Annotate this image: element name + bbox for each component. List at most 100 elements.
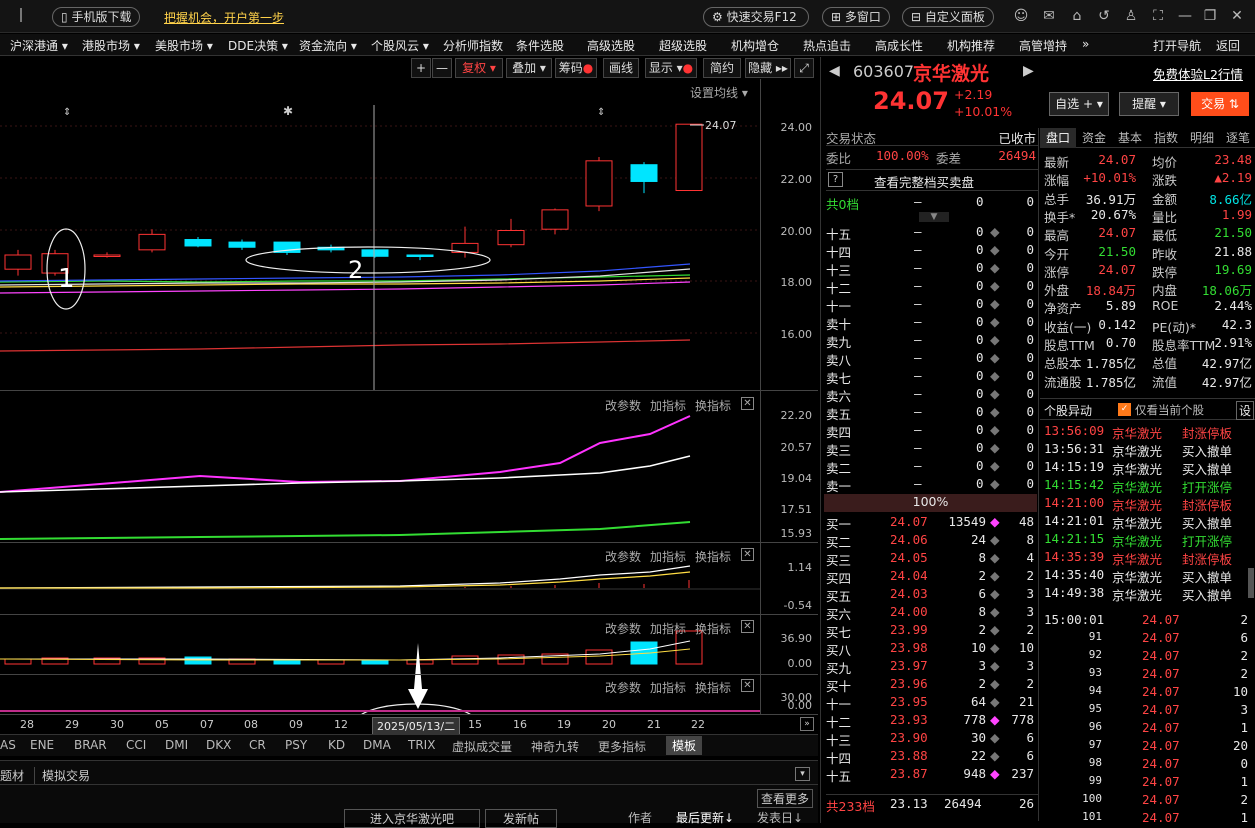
menu-condition-pick[interactable]: 条件选股 [516,37,564,54]
view-more-button[interactable]: 查看更多 [757,789,814,808]
tab-tick[interactable]: 逐笔 [1220,128,1255,148]
sell-row[interactable]: 卖五 — 0 ◆ 0 [826,404,1038,422]
tab-more-indicators[interactable]: 更多指标 [598,738,646,755]
shirt-icon[interactable]: ♙ [1123,8,1139,24]
event-row[interactable]: 14:35:39 京华激光 封涨停板 [1044,549,1248,567]
edit-params-link[interactable]: 改参数 [605,548,641,565]
menu-high-growth[interactable]: 高成长性 [875,37,923,54]
hide-panel-button[interactable]: 隐藏 ▸▸ [745,58,791,78]
sell-row[interactable]: 卖三 — 0 ◆ 0 [826,440,1038,458]
sell-row[interactable]: 十三 — 0 ◆ 0 [826,260,1038,278]
event-marker[interactable]: ⇕ [63,107,71,118]
event-row[interactable]: 13:56:31 京华激光 买入撤单 [1044,441,1248,459]
sell-row[interactable]: 卖九 — 0 ◆ 0 [826,332,1038,350]
enter-forum-button[interactable]: 进入京华激光吧 [344,809,480,828]
buy-row[interactable]: 买十 23.96 2 ◆ 2 [826,676,1038,694]
tab-ene[interactable]: ENE [30,738,54,752]
scrollbar[interactable] [1248,568,1254,598]
sell-row[interactable]: 卖十 — 0 ◆ 0 [826,314,1038,332]
draw-line-button[interactable]: 画线 [603,58,639,78]
tab-brar[interactable]: BRAR [74,738,107,752]
alert-button[interactable]: 提醒 ▾ [1119,92,1179,116]
menu-more[interactable]: » [1082,37,1089,51]
edit-params-link[interactable]: 改参数 [605,679,641,696]
minimize-icon[interactable]: — [1177,8,1193,24]
sell-row[interactable]: 卖八 — 0 ◆ 0 [826,350,1038,368]
add-indicator-link[interactable]: 加指标 [650,620,686,637]
tab-fund[interactable]: 资金 [1076,128,1112,148]
add-indicator-link[interactable]: 加指标 [650,548,686,565]
menu-us-market[interactable]: 美股市场 ▾ [155,37,213,54]
edit-params-link[interactable]: 改参数 [605,620,641,637]
tab-detail[interactable]: 明细 [1184,128,1220,148]
simple-mode-button[interactable]: 简约 [703,58,741,78]
overlay-button[interactable]: 叠加 ▾ [506,58,552,78]
expand-icon[interactable]: ⤢ [794,58,814,78]
tab-cr[interactable]: CR [249,738,266,752]
tab-dmi[interactable]: DMI [165,738,188,752]
display-button[interactable]: 显示 ▾● [645,58,697,78]
buy-row[interactable]: 买六 24.00 8 ◆ 3 [826,604,1038,622]
buy-row[interactable]: 买二 24.06 24 ◆ 8 [826,532,1038,550]
change-indicator-link[interactable]: 换指标 [695,397,731,414]
help-icon[interactable]: ? [828,172,843,187]
tab-trix[interactable]: TRIX [408,738,435,752]
collapse-chevron-icon[interactable]: ▼ [919,212,949,222]
tab-index[interactable]: 指数 [1148,128,1184,148]
custom-panel-button[interactable]: ⊟ 自定义面板 [902,7,994,27]
menu-analyst-index[interactable]: 分析师指数 [443,37,503,54]
checkbox-checked-icon[interactable]: ✓ [1118,403,1131,416]
event-row[interactable]: 14:21:15 京华激光 打开涨停 [1044,531,1248,549]
sell-row[interactable]: 卖一 — 0 ◆ 0 [826,476,1038,494]
multi-window-button[interactable]: ⊞ 多窗口 [822,7,890,27]
adjust-price-button[interactable]: 复权 ▾ [455,58,503,78]
menu-fund-flow[interactable]: 资金流向 ▾ [299,37,357,54]
buy-row[interactable]: 十三 23.90 30 ◆ 6 [826,730,1038,748]
sell-row[interactable]: 十四 — 0 ◆ 0 [826,242,1038,260]
menu-advanced-pick[interactable]: 高级选股 [587,37,635,54]
menu-hk-connect[interactable]: 沪深港通 ▾ [10,37,68,54]
tab-topic[interactable]: 题材 [0,767,36,784]
sell-row[interactable]: 十五 — 0 ◆ 0 [826,224,1038,242]
menu-hot-topics[interactable]: 热点追击 [803,37,851,54]
menu-stock-news[interactable]: 个股风云 ▾ [371,37,429,54]
prev-stock-icon[interactable]: ◀ [829,63,840,79]
buy-row[interactable]: 十二 23.93 778 ◆ 778 [826,712,1038,730]
sell-row[interactable]: 卖四 — 0 ◆ 0 [826,422,1038,440]
event-row[interactable]: 14:49:38 京华激光 买入撤单 [1044,585,1248,603]
settings-button[interactable]: 设 [1236,401,1255,420]
close-icon[interactable]: ✕ [741,548,754,561]
close-icon[interactable]: ✕ [741,620,754,633]
sell-row[interactable]: 卖七 — 0 ◆ 0 [826,368,1038,386]
event-row[interactable]: 14:15:42 京华激光 打开涨停 [1044,477,1248,495]
tab-magic-nine[interactable]: 神奇九转 [531,738,579,755]
menu-open-nav[interactable]: 打开导航 [1153,37,1201,54]
zoom-in-button[interactable]: + [411,58,431,78]
trade-button[interactable]: 交易 ⇅ [1191,92,1249,116]
change-indicator-link[interactable]: 换指标 [695,679,731,696]
tab-template[interactable]: 模板 [666,736,703,755]
buy-row[interactable]: 十五 23.87 948 ◆ 237 [826,766,1038,784]
l2-trial-link[interactable]: 免费体验L2行情 [1153,64,1243,83]
event-row[interactable]: 14:15:19 京华激光 买入撤单 [1044,459,1248,477]
tab-virtual-volume[interactable]: 虚拟成交量 [452,738,512,755]
menu-inst-increase[interactable]: 机构增仓 [731,37,779,54]
quick-trade-button[interactable]: ⚙ 快速交易F12 [703,7,809,27]
sell-row[interactable]: 十一 — 0 ◆ 0 [826,296,1038,314]
add-indicator-link[interactable]: 加指标 [650,679,686,696]
menu-dde[interactable]: DDE决策 ▾ [228,37,288,54]
chips-button[interactable]: 筹码● [555,58,597,78]
sell-row[interactable]: 卖六 — 0 ◆ 0 [826,386,1038,404]
event-marker[interactable]: ✱ [283,104,293,118]
tab-simulated-trade[interactable]: 模拟交易 [42,767,90,784]
home-icon[interactable]: ⌂ [1069,8,1085,24]
fullscreen-icon[interactable]: ⛶ [1150,8,1166,24]
menu-back[interactable]: 返回 [1216,37,1240,54]
change-indicator-link[interactable]: 换指标 [695,548,731,565]
col-last-update[interactable]: 最后更新↓ [676,809,734,826]
event-row[interactable]: 14:21:01 京华激光 买入撤单 [1044,513,1248,531]
mobile-download-button[interactable]: ▯ 手机版下载 [52,7,140,27]
buy-row[interactable]: 买九 23.97 3 ◆ 3 [826,658,1038,676]
buy-row[interactable]: 十一 23.95 64 ◆ 21 [826,694,1038,712]
user-icon[interactable]: ☺ [1013,8,1029,24]
